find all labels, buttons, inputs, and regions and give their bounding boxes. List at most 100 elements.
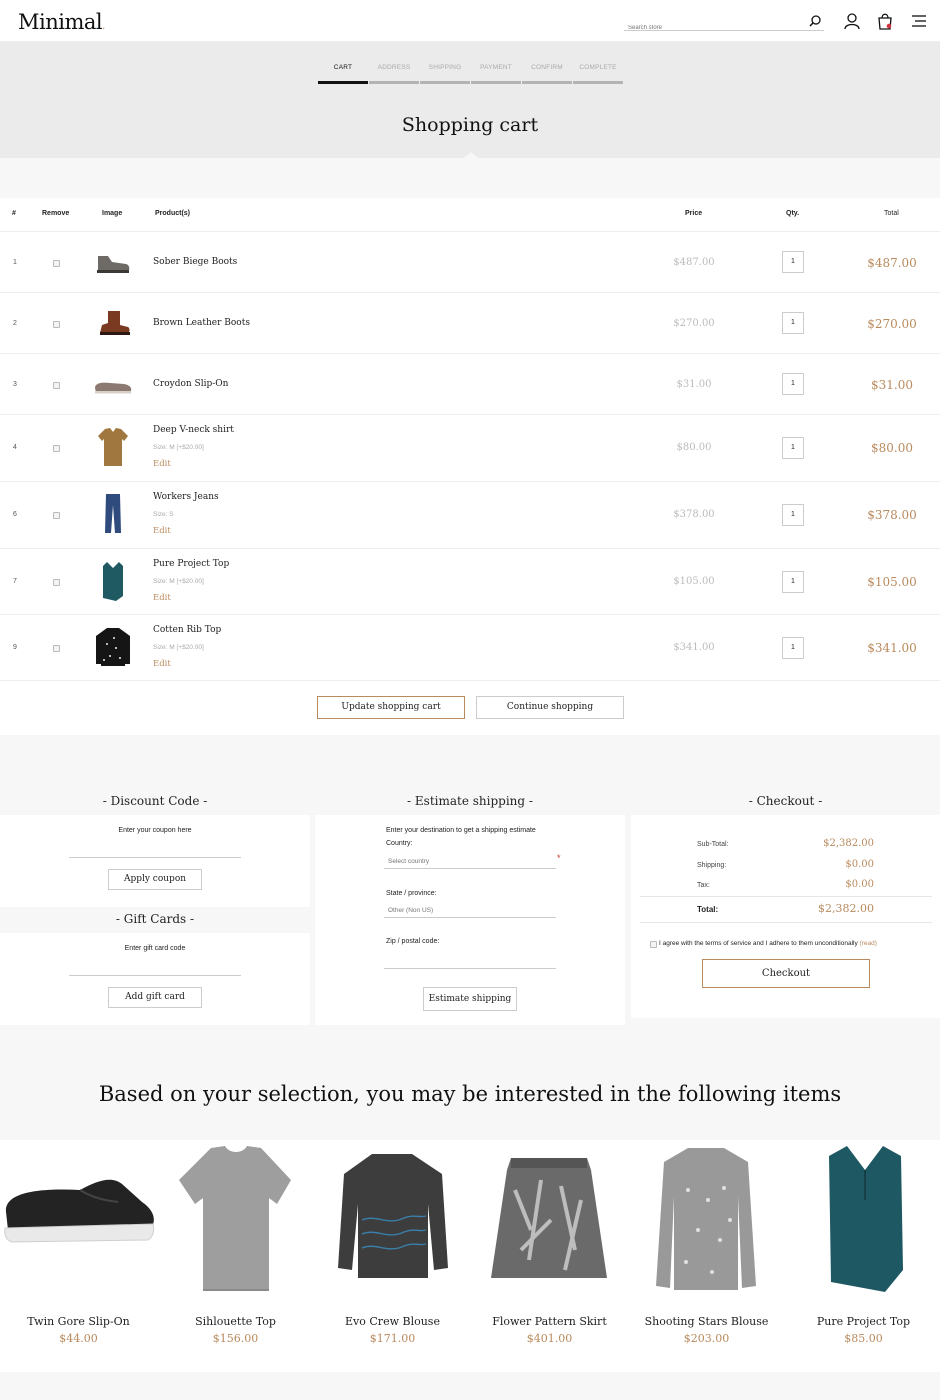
remove-checkbox[interactable] [53,579,60,586]
step-cart[interactable]: CART [318,64,368,84]
product-name[interactable]: Brown Leather Boots [153,318,250,328]
product-card-price: $171.00 [369,1332,416,1345]
table-row: 1 Sober Biege Boots $487.00 1 $487.00 [0,231,940,292]
product-card-price: $85.00 [844,1332,883,1345]
tax-value: $0.00 [845,879,874,890]
gift-cards-heading: - Gift Cards - [115,912,195,926]
update-cart-button[interactable]: Update shopping cart [317,696,465,719]
sneaker-icon [4,1179,155,1243]
remove-checkbox[interactable] [53,382,60,389]
row-number: 2 [13,320,17,327]
tshirt-icon [98,428,128,466]
product-name[interactable]: Cotten Rib Top [153,625,221,635]
apply-coupon-button[interactable]: Apply coupon [108,869,202,890]
sweater-icon [338,1154,448,1278]
unit-price: $31.00 [676,379,712,390]
quantity-input[interactable]: 1 [782,437,804,459]
product-name[interactable]: Croydon Slip-On [153,379,228,389]
shipping-cost-value: $0.00 [845,859,874,870]
cart-bag-icon[interactable] [876,12,894,30]
subtotal-value: $2,382.00 [823,838,874,849]
cart-table: # Remove Image Product(s) Price Qty. Tot… [0,198,940,735]
row-number: 3 [13,381,17,388]
product-card-price: $44.00 [59,1332,98,1345]
table-row: 7 Pure Project Top Size: M [+$20.00] Edi… [0,548,940,614]
col-header-total: Total [884,210,899,217]
search-input[interactable] [624,21,794,35]
terms-read-link[interactable]: (read) [860,940,877,947]
terms-checkbox[interactable] [650,941,657,948]
discount-heading: - Discount Code - [102,794,208,808]
gift-card-input[interactable] [69,962,241,976]
line-total: $80.00 [871,441,913,455]
total-label: Total: [697,905,719,914]
remove-checkbox[interactable] [53,445,60,452]
product-card-name[interactable]: Flower Pattern Skirt [471,1315,628,1328]
menu-icon[interactable] [910,12,928,30]
col-header-image: Image [102,210,123,217]
shipping-cost-label: Shipping: [697,862,727,869]
quantity-input[interactable]: 1 [782,571,804,593]
product-card-name[interactable]: Shooting Stars Blouse [628,1315,785,1328]
product-card-name[interactable]: Evo Crew Blouse [314,1315,471,1328]
quantity-input[interactable]: 1 [782,312,804,334]
zip-input[interactable] [384,955,556,969]
product-card-name[interactable]: Pure Project Top [785,1315,940,1328]
line-total: $270.00 [867,317,917,331]
remove-checkbox[interactable] [53,260,60,267]
product-card-name[interactable]: Twin Gore Slip-On [0,1315,157,1328]
country-select[interactable]: Select country ⌄ [384,855,556,869]
remove-checkbox[interactable] [53,321,60,328]
site-header: Minimal. [0,0,940,42]
coupon-input[interactable] [69,844,241,858]
boot-icon [97,256,130,273]
continue-shopping-button[interactable]: Continue shopping [476,696,624,719]
product-name[interactable]: Sober Biege Boots [153,257,237,267]
product-card[interactable]: Pure Project Top $85.00 [785,1140,940,1372]
coupon-label: Enter your coupon here [118,827,192,834]
subtotal-label: Sub-Total: [697,841,729,848]
search-icon[interactable] [808,14,822,28]
remove-checkbox[interactable] [53,512,60,519]
edit-link[interactable]: Edit [153,526,171,536]
line-total: $105.00 [867,575,917,589]
product-card[interactable]: Evo Crew Blouse $171.00 [314,1140,471,1372]
remove-checkbox[interactable] [53,645,60,652]
unit-price: $105.00 [673,576,715,587]
edit-link[interactable]: Edit [153,459,171,469]
shipping-intro: Enter your destination to get a shipping… [386,827,536,834]
quantity-input[interactable]: 1 [782,637,804,659]
product-card[interactable]: Flower Pattern Skirt $401.00 [471,1140,628,1372]
estimate-shipping-button[interactable]: Estimate shipping [423,987,517,1011]
product-name[interactable]: Workers Jeans [153,492,219,502]
title-notch [464,152,478,158]
col-header-qty: Qty. [786,210,800,217]
product-name[interactable]: Deep V-neck shirt [153,425,234,435]
product-name[interactable]: Pure Project Top [153,559,229,569]
quantity-input[interactable]: 1 [782,373,804,395]
checkout-steps: CART ADDRESS SHIPPING PAYMENT CONFIRM CO… [318,64,624,86]
product-card[interactable]: Twin Gore Slip-On $44.00 [0,1140,157,1372]
edit-link[interactable]: Edit [153,659,171,669]
step-shipping[interactable]: SHIPPING [420,64,470,84]
step-payment[interactable]: PAYMENT [471,64,521,84]
state-select[interactable]: Other (Non US) ⌄ [384,904,556,918]
checkout-button[interactable]: Checkout [702,959,870,988]
product-card[interactable]: Sihlouette Top $156.00 [157,1140,314,1372]
add-gift-card-button[interactable]: Add gift card [108,987,202,1008]
quantity-input[interactable]: 1 [782,504,804,526]
step-address[interactable]: ADDRESS [369,64,419,84]
step-confirm[interactable]: CONFIRM [522,64,572,84]
step-complete[interactable]: COMPLETE [573,64,623,84]
product-card[interactable]: Shooting Stars Blouse $203.00 [628,1140,785,1372]
user-icon[interactable] [843,12,861,30]
unit-price: $341.00 [673,642,715,653]
product-card-name[interactable]: Sihlouette Top [157,1315,314,1328]
quantity-input[interactable]: 1 [782,251,804,273]
edit-link[interactable]: Edit [153,593,171,603]
zip-label: Zip / postal code: [386,938,440,945]
brand-logo[interactable]: Minimal. [18,10,105,34]
top-icon [829,1146,903,1292]
summary-divider [640,896,932,897]
unit-price: $80.00 [676,442,712,453]
